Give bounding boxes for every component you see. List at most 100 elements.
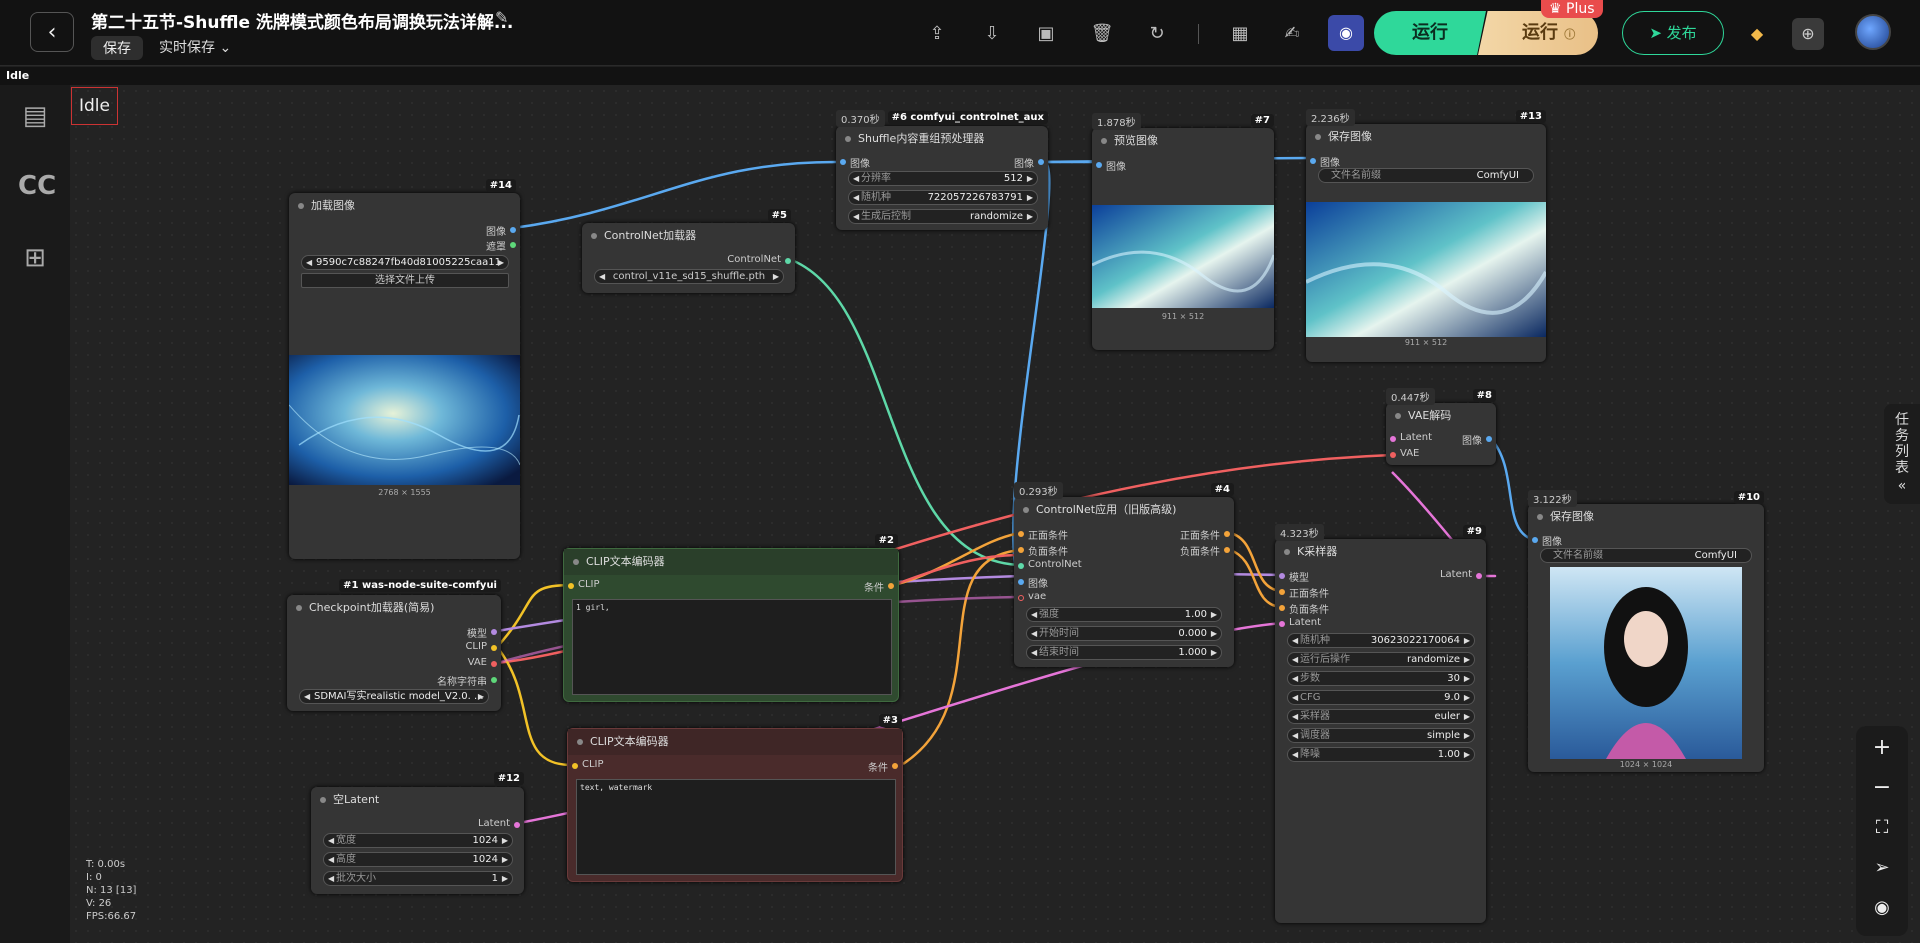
seed-widget[interactable]: ◀ 随机种 722057226783791 ▶ — [848, 190, 1038, 205]
vip-diamond-icon[interactable]: ◆ — [1741, 18, 1773, 50]
upload-icon[interactable]: ⇪ — [925, 22, 949, 46]
download-icon[interactable]: ⇩ — [980, 22, 1004, 46]
locate-icon[interactable]: ➢ — [1856, 848, 1908, 888]
input-image-port[interactable] — [1096, 162, 1102, 168]
output-name-string-port[interactable] — [491, 677, 497, 683]
clipboard-icon[interactable]: ▣ — [1034, 22, 1058, 46]
input-image-port[interactable] — [1532, 537, 1538, 543]
input-positive-port[interactable] — [1018, 531, 1024, 537]
discord-icon[interactable]: ◉ — [1328, 15, 1364, 51]
end-time-widget[interactable]: ◀ 结束时间 1.000 ▶ — [1026, 645, 1222, 660]
input-latent-port[interactable] — [1279, 621, 1285, 627]
start-time-widget[interactable]: ◀ 开始时间 0.000 ▶ — [1026, 626, 1222, 641]
output-clip: CLIP — [465, 641, 487, 652]
canvas-status: Idle — [71, 87, 118, 125]
steps-widget[interactable]: ◀ 步数 30 ▶ — [1287, 671, 1475, 686]
scheduler-widget[interactable]: ◀ 调度器 simple ▶ — [1287, 728, 1475, 743]
realtime-save-dropdown[interactable]: 实时保存 ⌄ — [159, 37, 231, 57]
zoom-out-icon[interactable]: − — [1856, 768, 1908, 808]
node-title: Checkpoint加载器(简易) — [287, 595, 501, 621]
control-after-generate-widget[interactable]: ◀ 运行后操作 randomize ▶ — [1287, 652, 1475, 667]
hierarchy-icon[interactable]: ⊞ — [18, 243, 52, 273]
output-clip-port[interactable] — [491, 645, 497, 651]
output-vae-port[interactable] — [491, 661, 497, 667]
height-widget[interactable]: ◀ 高度 1024 ▶ — [323, 852, 513, 867]
filename-prefix-widget[interactable]: 文件名前缀 ComfyUI — [1540, 548, 1752, 563]
prompt-textarea[interactable]: text, watermark — [576, 779, 896, 875]
refresh-icon[interactable]: ↻ — [1145, 22, 1169, 46]
input-image-port[interactable] — [840, 159, 846, 165]
node-title: 空Latent — [311, 787, 524, 813]
save-image-node-10[interactable]: 保存图像 图像 文件名前缀 ComfyUI 1024 × 1024 3.122秒 … — [1528, 490, 1764, 772]
chevron-left-icon: ‹ — [47, 19, 57, 45]
task-list-tab[interactable]: 任务列表 « — [1884, 404, 1920, 504]
control-after-generate-widget[interactable]: ◀ 生成后控制 randomize ▶ — [848, 209, 1038, 224]
seed-widget[interactable]: ◀ 随机种 306230221700​64 ▶ — [1287, 633, 1475, 648]
empty-latent-node[interactable]: 空Latent Latent ◀ 宽度 1024 ▶ ◀ 高度 1024 ▶ ◀ 批次大小 1 ▶… — [311, 772, 524, 894]
avatar[interactable] — [1855, 14, 1891, 50]
ckpt-name-select[interactable]: ◀ SDMAI写实realistic model_V2.0. ... ▶ — [299, 689, 489, 704]
output-image-port[interactable] — [1038, 159, 1044, 165]
output-model-port[interactable] — [491, 629, 497, 635]
input-clip-port[interactable] — [568, 583, 574, 589]
input-image-port[interactable] — [1310, 158, 1316, 164]
strength-widget[interactable]: ◀ 强度 1.00 ▶ — [1026, 607, 1222, 622]
controlnet-loader-node[interactable]: ControlNet加载器 ControlNet ◀ control_v11e_s… — [582, 209, 795, 293]
fit-view-icon[interactable]: ⛶ — [1856, 808, 1908, 848]
batch-size-widget[interactable]: ◀ 批次大小 1 ▶ — [323, 871, 513, 886]
image-file-select[interactable]: ◀9590c7c88247fb40d81005225caa11 ...▶ — [301, 255, 509, 281]
input-negative-port[interactable] — [1279, 605, 1285, 611]
publish-button[interactable]: ➤ 发布 — [1622, 11, 1724, 55]
output-latent-port[interactable] — [1476, 573, 1482, 579]
k-sampler-node[interactable]: K采样器 模型 正面条件 负面条件 Latent Latent ◀ 随机种 3062… — [1275, 524, 1486, 923]
back-button[interactable]: ‹ — [30, 12, 74, 52]
load-image-node[interactable]: 加载图像 图像 遮罩 ◀ 9590c7c88247fb40d81005225caa… — [289, 179, 520, 559]
clip-text-encode-negative-node[interactable]: CLIP文本编码器 CLIP 条件 text, watermark #3 — [567, 714, 903, 882]
save-button[interactable]: 保存 — [91, 36, 143, 60]
output-image-port[interactable] — [510, 227, 516, 233]
edit-title-icon[interactable]: ✎ — [495, 8, 508, 27]
cc-logo-icon[interactable]: CC — [18, 171, 56, 201]
output-latent-port[interactable] — [514, 822, 520, 828]
trash-icon[interactable]: 🗑 — [1090, 22, 1114, 46]
sampler-widget[interactable]: ◀ 采样器 euler ▶ — [1287, 709, 1475, 724]
clip-text-encode-positive-node[interactable]: CLIP文本编码器 CLIP 条件 1 girl, #2 — [563, 534, 899, 702]
input-clip-port[interactable] — [572, 763, 578, 769]
output-image-port[interactable] — [1486, 436, 1492, 442]
output-conditioning-port[interactable] — [892, 763, 898, 769]
controlnet-apply-node[interactable]: ControlNet应用（旧版高级) 正面条件 负面条件 ControlNet … — [1014, 482, 1234, 667]
filename-prefix-widget[interactable]: 文件名前缀 ComfyUI — [1318, 168, 1534, 183]
input-image-port[interactable] — [1018, 579, 1024, 585]
output-positive-port[interactable] — [1224, 531, 1230, 537]
input-negative-port[interactable] — [1018, 547, 1024, 553]
output-negative-port[interactable] — [1224, 547, 1230, 553]
eye-icon[interactable]: ◉ — [1856, 888, 1908, 928]
input-vae-port[interactable] — [1018, 595, 1024, 601]
prompt-textarea[interactable]: 1 girl, — [572, 599, 892, 695]
resolution-widget[interactable]: ◀ 分辨率 512 ▶ — [848, 171, 1038, 186]
cfg-widget[interactable]: ◀ CFG 9.0 ▶ — [1287, 690, 1475, 705]
input-vae-port[interactable] — [1390, 452, 1396, 458]
save-image-node-13[interactable]: 保存图像 图像 文件名前缀 ComfyUI 911 × 512 2.236秒 #1… — [1306, 109, 1546, 362]
edit-icon[interactable]: ✍ — [1280, 22, 1304, 46]
grid-icon[interactable]: ▦ — [1228, 22, 1252, 46]
denoise-widget[interactable]: ◀ 降噪 1.00 ▶ — [1287, 747, 1475, 762]
output-conditioning-port[interactable] — [888, 583, 894, 589]
output-mask-port[interactable] — [510, 242, 516, 248]
notebook-icon[interactable]: ▤ — [18, 101, 52, 131]
upload-button[interactable]: 选择文件上传 — [301, 273, 509, 288]
globe-icon[interactable]: ⊕ — [1792, 18, 1824, 50]
input-positive-port[interactable] — [1279, 589, 1285, 595]
width-widget[interactable]: ◀ 宽度 1024 ▶ — [323, 833, 513, 848]
checkpoint-loader-node[interactable]: Checkpoint加载器(简易) 模型 CLIP VAE 名称字符串 ◀ SDM… — [287, 579, 501, 711]
zoom-in-icon[interactable]: + — [1856, 728, 1908, 768]
input-model-port[interactable] — [1279, 573, 1285, 579]
preview-image-node[interactable]: 预览图像 图像 911 × 512 1.878秒 #7 — [1092, 113, 1274, 350]
shuffle-preprocessor-node[interactable]: Shuffle内容重组预处理器 图像 图像 ◀ 分辨率 512 ▶ ◀ 随机种 72205… — [836, 110, 1048, 230]
controlnet-model-select[interactable]: ◀ control_v11e_sd15_shuffle.pth ▶ — [594, 269, 784, 284]
output-controlnet-port[interactable] — [785, 258, 791, 264]
run-button[interactable]: 运行 — [1374, 11, 1486, 55]
input-latent-port[interactable] — [1390, 436, 1396, 442]
vae-decode-node[interactable]: VAE解码 Latent VAE 图像 0.447秒 #8 — [1386, 388, 1496, 465]
input-controlnet-port[interactable] — [1018, 563, 1024, 569]
